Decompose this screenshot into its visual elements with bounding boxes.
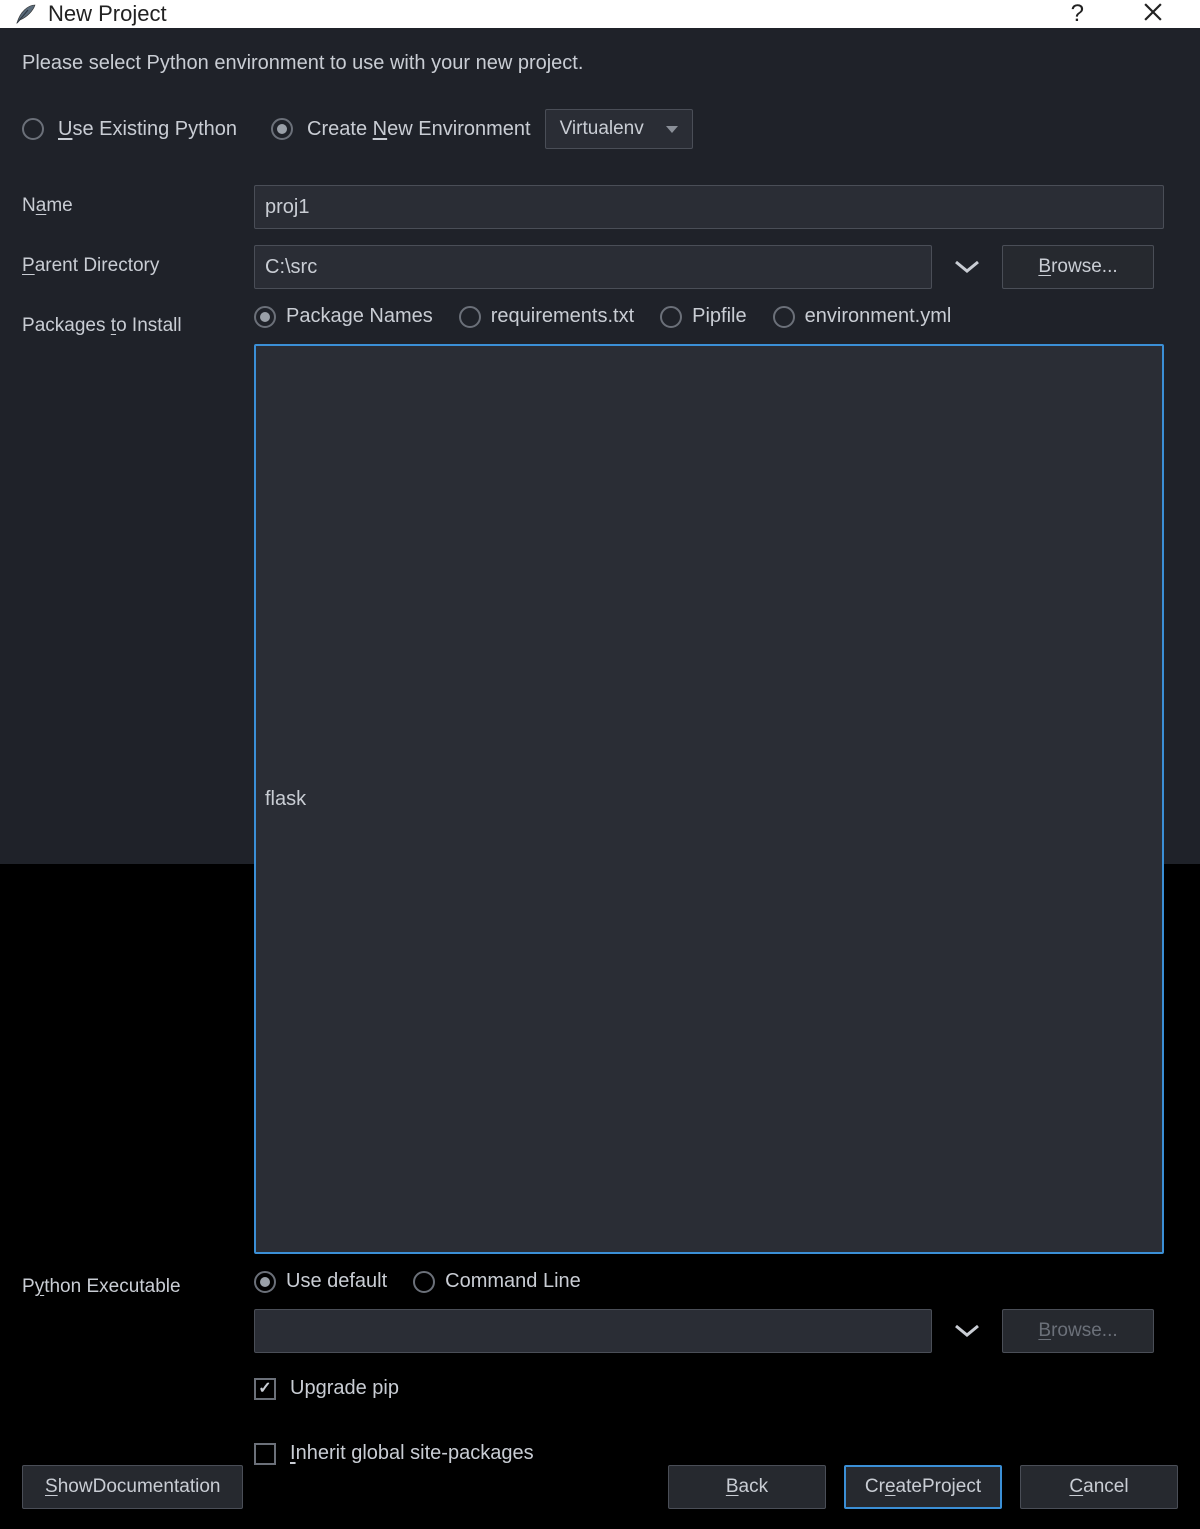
parent-dir-expand-icon[interactable]: [950, 255, 984, 279]
show-docs-button[interactable]: Show Documentation: [22, 1465, 243, 1509]
cancel-button[interactable]: Cancel: [1020, 1465, 1178, 1509]
footer-right: Back Create Project Cancel: [668, 1465, 1178, 1509]
radio-use-existing[interactable]: [22, 118, 44, 140]
app-feather-icon: [14, 2, 38, 26]
upgrade-pip-label[interactable]: Upgrade pip: [290, 1377, 399, 1400]
close-button[interactable]: [1144, 3, 1162, 26]
dialog-footer: Show Documentation Back Create Project C…: [0, 1465, 1200, 1529]
env-type-select[interactable]: Virtualenv: [545, 109, 693, 149]
form-grid: Name Parent Directory Browse... Packages…: [22, 185, 1178, 1465]
radio-package-names-label[interactable]: Package Names: [286, 305, 433, 328]
inherit-global-checkbox[interactable]: [254, 1443, 276, 1465]
radio-pipfile-label[interactable]: Pipfile: [692, 305, 746, 328]
inherit-global-row: Inherit global site-packages: [254, 1442, 1178, 1465]
radio-package-names[interactable]: [254, 306, 276, 328]
inherit-global-label[interactable]: Inherit global site-packages: [290, 1442, 534, 1465]
parent-dir-input[interactable]: [254, 245, 932, 289]
titlebar-left: New Project: [14, 1, 167, 27]
python-exec-radio-set: Use default Command Line: [254, 1270, 1178, 1293]
titlebar: New Project ?: [0, 0, 1200, 28]
python-exec-group: Use default Command Line Browse...: [254, 1270, 1178, 1465]
name-row: [254, 185, 1178, 229]
back-button[interactable]: Back: [668, 1465, 826, 1509]
packages-radio-set: Package Names requirements.txt Pipfile e…: [254, 305, 1178, 328]
chevron-down-icon: [666, 126, 678, 133]
radio-create-new[interactable]: [271, 118, 293, 140]
packages-group: Package Names requirements.txt Pipfile e…: [254, 305, 1178, 1254]
packages-input[interactable]: [254, 344, 1164, 1254]
parent-dir-row: Browse...: [254, 245, 1178, 289]
name-label: Name: [22, 185, 254, 217]
upgrade-pip-checkbox[interactable]: [254, 1378, 276, 1400]
parent-dir-label: Parent Directory: [22, 245, 254, 277]
dialog-content: Please select Python environment to use …: [0, 28, 1200, 1465]
python-exec-input[interactable]: [254, 1309, 932, 1353]
radio-use-existing-label[interactable]: Use Existing Python: [58, 118, 237, 141]
dialog-title: New Project: [48, 1, 167, 27]
instruction-text: Please select Python environment to use …: [22, 52, 1178, 75]
radio-create-new-label[interactable]: Create New Environment: [307, 118, 531, 141]
radio-env-yml[interactable]: [773, 306, 795, 328]
new-project-dialog: New Project ? Please select Python envir…: [0, 0, 1200, 864]
radio-requirements[interactable]: [459, 306, 481, 328]
radio-command-line[interactable]: [413, 1271, 435, 1293]
create-project-button[interactable]: Create Project: [844, 1465, 1002, 1509]
radio-requirements-label[interactable]: requirements.txt: [491, 305, 634, 328]
python-exec-expand-icon[interactable]: [950, 1319, 984, 1343]
environment-row: Use Existing Python Create New Environme…: [22, 109, 1178, 149]
parent-dir-browse-button[interactable]: Browse...: [1002, 245, 1154, 289]
env-type-value: Virtualenv: [560, 118, 644, 140]
radio-command-line-label[interactable]: Command Line: [445, 1270, 581, 1293]
name-input[interactable]: [254, 185, 1164, 229]
radio-use-default[interactable]: [254, 1271, 276, 1293]
python-exec-label: Python Executable: [22, 1270, 254, 1298]
radio-env-yml-label[interactable]: environment.yml: [805, 305, 952, 328]
radio-pipfile[interactable]: [660, 306, 682, 328]
titlebar-right: ?: [1071, 0, 1186, 28]
help-button[interactable]: ?: [1071, 0, 1084, 28]
python-exec-row: Browse...: [254, 1309, 1178, 1353]
python-exec-browse-button[interactable]: Browse...: [1002, 1309, 1154, 1353]
radio-use-default-label[interactable]: Use default: [286, 1270, 387, 1293]
packages-label: Packages to Install: [22, 305, 254, 337]
upgrade-pip-row: Upgrade pip: [254, 1377, 1178, 1400]
